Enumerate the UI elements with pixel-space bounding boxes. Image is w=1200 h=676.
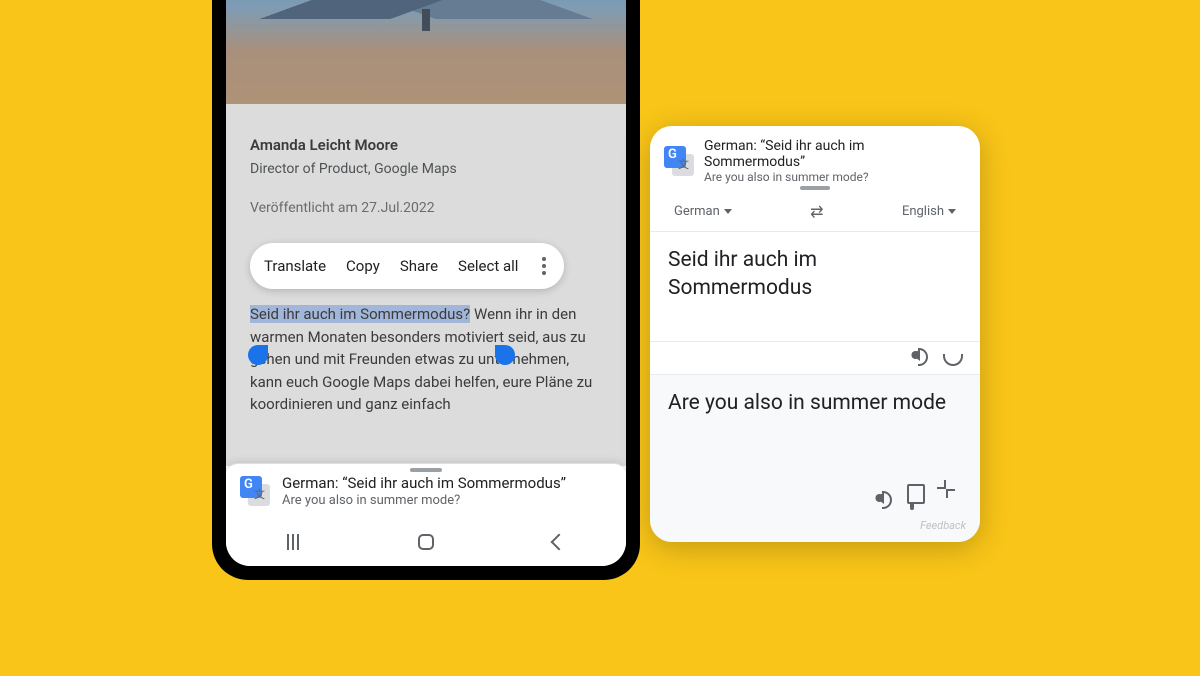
share-action[interactable]: Share	[400, 255, 438, 278]
selection-handle-end[interactable]	[495, 345, 515, 365]
google-translate-icon: G文	[664, 146, 694, 176]
translate-sheet-subtitle: Are you also in summer mode?	[282, 493, 566, 508]
mic-icon[interactable]	[946, 346, 964, 364]
language-row: German ⇄ English	[650, 190, 980, 232]
source-actions	[650, 342, 980, 375]
drag-handle-icon[interactable]	[800, 186, 830, 190]
text-selection-toolbar: Translate Copy Share Select all	[250, 243, 564, 290]
android-nav-bar	[226, 518, 626, 566]
translate-sheet-title: German: “Seid ihr auch im Sommermodus”	[282, 474, 566, 492]
chevron-down-icon	[724, 209, 732, 214]
phone-frame: Amanda Leicht Moore Director of Product,…	[212, 0, 640, 580]
translate-panel-header: G文 German: “Seid ihr auch im Sommermodus…	[650, 126, 980, 190]
panel-header-subtitle: Are you also in summer mode?	[704, 170, 966, 184]
article-hero-image	[226, 0, 626, 104]
copy-action[interactable]: Copy	[346, 255, 380, 278]
author-title: Director of Product, Google Maps	[250, 159, 602, 180]
translated-text: Are you also in summer mode	[650, 375, 980, 485]
source-language-select[interactable]: German	[674, 204, 732, 219]
target-language-select[interactable]: English	[902, 204, 956, 219]
nav-back-icon[interactable]	[549, 532, 569, 552]
select-all-action[interactable]: Select all	[458, 255, 518, 278]
selection-handle-start[interactable]	[248, 345, 268, 365]
translate-action[interactable]: Translate	[264, 255, 326, 278]
nav-home-icon[interactable]	[416, 532, 436, 552]
translate-bottom-sheet[interactable]: G文 German: “Seid ihr auch im Sommermodus…	[226, 463, 626, 518]
translate-panel: G文 German: “Seid ihr auch im Sommermodus…	[650, 126, 980, 542]
feedback-link[interactable]: Feedback	[650, 517, 980, 542]
speaker-icon[interactable]	[874, 489, 892, 507]
source-language-label: German	[674, 204, 720, 219]
copy-icon[interactable]	[910, 489, 928, 507]
google-translate-icon: G文	[240, 476, 270, 506]
phone-screen: Amanda Leicht Moore Director of Product,…	[226, 0, 626, 566]
author-name: Amanda Leicht Moore	[250, 134, 602, 157]
swap-languages-icon[interactable]: ⇄	[810, 202, 823, 221]
nav-recent-icon[interactable]	[283, 532, 303, 552]
more-options-icon[interactable]	[538, 257, 550, 275]
translation-actions	[650, 485, 980, 517]
panel-header-title: German: “Seid ihr auch im Sommermodus”	[704, 138, 966, 170]
expand-icon[interactable]	[946, 489, 964, 507]
chevron-down-icon	[948, 209, 956, 214]
speaker-icon[interactable]	[910, 346, 928, 364]
article-body: Amanda Leicht Moore Director of Product,…	[226, 104, 626, 466]
selected-text[interactable]: Seid ihr auch im Sommermodus?	[250, 305, 470, 323]
source-text[interactable]: Seid ihr auch im Sommermodus	[650, 232, 980, 342]
article-paragraph[interactable]: Seid ihr auch im Sommermodus? Wenn ihr i…	[250, 303, 602, 416]
publish-date: Veröffentlicht am 27.Jul.2022	[250, 198, 602, 219]
drag-handle-icon[interactable]	[410, 468, 442, 472]
target-language-label: English	[902, 204, 944, 219]
